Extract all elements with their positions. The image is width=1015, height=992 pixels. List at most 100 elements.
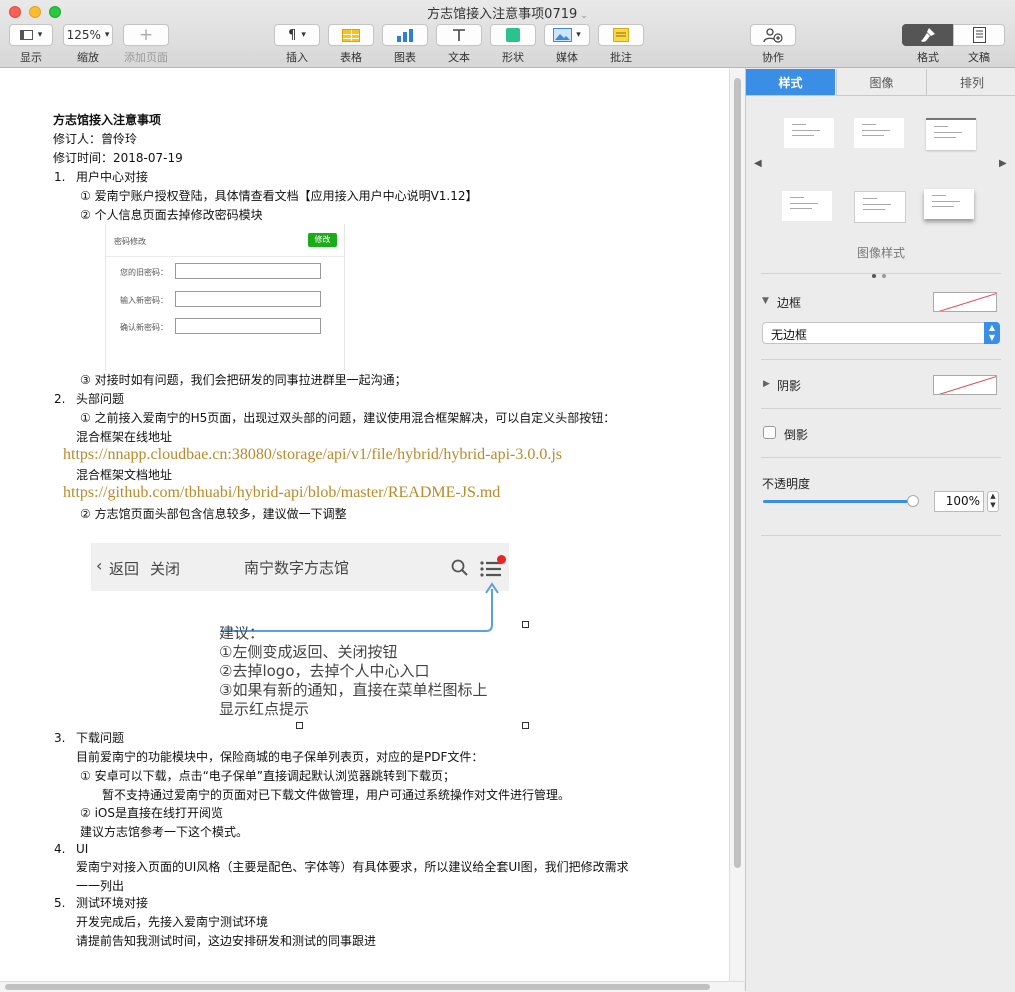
view-button[interactable]: ▾ <box>9 24 53 46</box>
selection-handle[interactable] <box>296 722 303 729</box>
chart-button[interactable] <box>382 24 428 46</box>
plus-icon: + <box>138 25 154 45</box>
text-button[interactable] <box>436 24 482 46</box>
border-color-well[interactable] <box>933 292 997 312</box>
format-inspector: 样式 图像 排列 ◀ ▶ 图像样式 ▼ 边框 无边框 ▲ ▼ ▶ 阴影 倒影 不透… <box>745 68 1015 991</box>
add-page-button[interactable]: + <box>123 24 169 46</box>
image-icon <box>553 28 573 42</box>
window-title-text: 方志馆接入注意事项0719 <box>427 7 578 22</box>
doc-title: 方志馆接入注意事项 <box>53 113 162 127</box>
annotation-line-4: 显示红点提示 <box>219 700 310 718</box>
chevron-down-icon: ▾ <box>104 30 110 40</box>
tab-image[interactable]: 图像 <box>836 69 926 96</box>
border-label: 边框 <box>777 296 802 310</box>
zoom-select[interactable]: 125% ▾ <box>63 24 113 46</box>
section-1-number: 1. <box>54 170 66 184</box>
table-button[interactable] <box>328 24 374 46</box>
document-label: 文稿 <box>968 51 990 64</box>
section-4-number: 4. <box>54 842 66 856</box>
vertical-scrollbar[interactable] <box>729 68 745 981</box>
hybrid-readme-link[interactable]: https://github.com/tbhuabi/hybrid-api/bl… <box>63 484 500 502</box>
opacity-value: 100% <box>945 494 980 508</box>
hybrid-online-label: 混合框架在线地址 <box>76 430 173 444</box>
notification-dot-icon <box>497 555 506 564</box>
image-style-preset[interactable] <box>784 118 834 148</box>
section-3-item-2: ② iOS是直接在线打开阅览 <box>80 806 223 820</box>
insert-label: 插入 <box>286 51 308 64</box>
confirm-password-label: 确认新密码： <box>120 323 168 332</box>
opacity-stepper[interactable]: ▲ ▼ <box>987 491 999 512</box>
opacity-slider-knob[interactable] <box>907 495 919 507</box>
tab-arrange[interactable]: 排列 <box>926 69 1015 96</box>
shape-button[interactable] <box>490 24 536 46</box>
disclosure-closed-icon[interactable]: ▶ <box>763 379 770 389</box>
divider <box>761 408 1001 409</box>
page-dot-icon <box>872 274 876 278</box>
disclosure-open-icon[interactable]: ▼ <box>762 296 769 306</box>
section-4-paragraph-1: 爱南宁对接入页面的UI风格（主要是配色、字体等）有具体要求，所以建议给全套UI图… <box>76 860 629 874</box>
section-3-paragraph-1: 目前爱南宁的功能模块中，保险商城的电子保单列表页，对应的是PDF文件： <box>76 750 484 764</box>
annotation-line-2: ②去掉logo，去掉个人中心入口 <box>219 662 430 680</box>
shadow-color-well[interactable] <box>933 375 997 395</box>
confirm-password-field <box>175 318 321 334</box>
chevron-left-icon[interactable]: ◀ <box>754 158 762 169</box>
horizontal-scroll-thumb[interactable] <box>5 984 710 990</box>
shadow-label: 阴影 <box>777 379 802 393</box>
password-change-screenshot[interactable]: 密码修改 修改 您的旧密码： 输入新密码： 确认新密码： <box>105 224 345 370</box>
opacity-label: 不透明度 <box>762 477 811 491</box>
image-style-preset[interactable] <box>926 118 976 150</box>
text-label: 文本 <box>448 51 470 64</box>
reflection-checkbox[interactable] <box>763 426 776 439</box>
screenshot-modify-label: 修改 <box>314 235 331 244</box>
select-stepper-icon: ▲ ▼ <box>984 322 1000 344</box>
divider <box>761 359 1001 360</box>
document-icon <box>972 27 986 43</box>
reflection-label: 倒影 <box>784 428 809 442</box>
tab-style[interactable]: 样式 <box>746 69 835 96</box>
chart-label: 图表 <box>394 51 416 64</box>
section-2-item-2: ② 方志馆页面头部包含信息较多，建议做一下调整 <box>80 507 347 521</box>
image-style-preset[interactable] <box>854 191 906 223</box>
collaborate-label: 协作 <box>762 51 784 64</box>
opacity-slider[interactable] <box>763 495 919 507</box>
selection-handle[interactable] <box>522 722 529 729</box>
section-2-title: 头部问题 <box>76 392 125 406</box>
image-style-preset[interactable] <box>924 189 974 219</box>
divider <box>761 535 1001 536</box>
section-2-item-1: ① 之前接入爱南宁的H5页面，出现过双头部的问题，建议使用混合框架解决，可以自定… <box>80 411 616 425</box>
border-style-select[interactable]: 无边框 ▲ ▼ <box>762 322 1000 344</box>
toolbar: 方志馆接入注意事项0719 ⌄ ▾ 显示 125% ▾ 缩放 + 添加页面 ¶ ▾ 插… <box>0 0 1015 68</box>
comment-button[interactable] <box>598 24 644 46</box>
format-button[interactable] <box>902 24 954 46</box>
insert-button[interactable]: ¶ ▾ <box>274 24 320 46</box>
hybrid-api-link[interactable]: https://nnapp.cloudbae.cn:38080/storage/… <box>63 446 562 464</box>
view-label: 显示 <box>20 51 42 64</box>
divider <box>761 457 1001 458</box>
comment-label: 批注 <box>610 51 632 64</box>
border-style-value: 无边框 <box>771 328 808 342</box>
add-page-label: 添加页面 <box>124 51 168 64</box>
divider <box>761 273 1001 274</box>
section-3-number: 3. <box>54 731 66 745</box>
new-password-label: 输入新密码： <box>120 296 168 305</box>
collaborate-person-icon <box>763 28 783 43</box>
pilcrow-icon: ¶ <box>288 27 297 43</box>
image-style-preset[interactable] <box>782 191 832 221</box>
chevron-right-icon[interactable]: ▶ <box>999 158 1007 169</box>
horizontal-scrollbar[interactable] <box>0 981 744 992</box>
collaborate-button[interactable] <box>750 24 796 46</box>
opacity-field[interactable]: 100% <box>934 491 984 512</box>
chevron-down-icon: ▾ <box>576 30 581 40</box>
image-style-preset[interactable] <box>854 118 904 148</box>
selection-handle[interactable] <box>522 621 529 628</box>
chevron-down-icon[interactable]: ⌄ <box>580 11 588 21</box>
document-canvas[interactable]: 方志馆接入注意事项 修订人：曾伶玲 修订时间：2018-07-19 1. 用户中… <box>0 68 729 981</box>
media-button[interactable]: ▾ <box>544 24 590 46</box>
section-1-title: 用户中心对接 <box>76 170 149 184</box>
chevron-left-icon: ‹ <box>96 556 103 575</box>
document-button[interactable] <box>953 24 1005 46</box>
vertical-scroll-thumb[interactable] <box>734 78 741 868</box>
hybrid-doc-label: 混合框架文档地址 <box>76 468 173 482</box>
zoom-value: 125% <box>66 28 101 42</box>
section-3-paragraph-2: 建议方志馆参考一下这个模式。 <box>80 825 249 839</box>
